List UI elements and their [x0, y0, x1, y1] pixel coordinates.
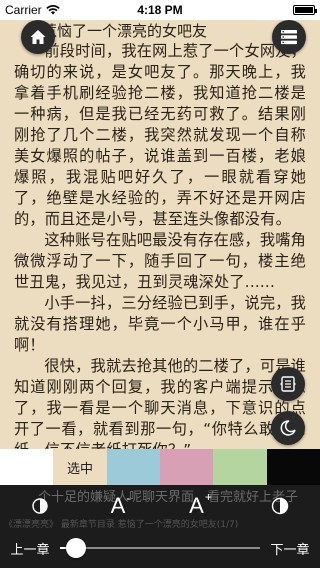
paragraph: 前段时间，我在网上惹了一个女网友，确切的来说，是女吧友了。那天晚上，我拿着手机刷… — [14, 42, 306, 228]
brightness-icon — [271, 497, 289, 515]
list-icon — [281, 30, 297, 45]
theme-swatch[interactable]: 选中 — [53, 449, 107, 485]
slider-thumb[interactable] — [66, 538, 86, 558]
home-icon — [30, 30, 46, 44]
table-of-contents-button[interactable] — [271, 367, 305, 401]
toc-icon — [280, 376, 296, 392]
status-bar: Carrier 4:18 PM — [0, 0, 320, 20]
paragraph: 很快，我就去抢其他的二楼了，可是谁知道刚刚两个回复，我的客户端提示信息了，我一看… — [14, 357, 306, 452]
reader-settings-panel: 个十足的嫌疑人呢聊天界面，看完就好上老子 《漂漂亮亮》 最新章节目录 惹恼了一个… — [0, 485, 320, 568]
wifi-icon — [45, 5, 60, 15]
night-mode-icon — [280, 420, 296, 436]
font-larger-button[interactable]: A + — [160, 485, 240, 527]
theme-swatch[interactable] — [266, 449, 320, 485]
battery-icon — [293, 5, 317, 15]
brightness-icon — [32, 498, 48, 514]
font-larger-sign: + — [204, 490, 212, 504]
paragraph: 小手一抖，三分经验已到手，说完，我就没有搭理她，毕竟一个小马甲，谁在乎啊！ — [14, 294, 306, 354]
previous-chapter-button[interactable]: 上一章 — [0, 539, 60, 558]
brightness-high-button[interactable] — [240, 485, 320, 527]
chapter-title: 惹恼了一个漂亮的女吧友 — [42, 22, 208, 40]
paragraph: 这种账号在贴吧最没有存在感，我嘴角微微浮动了一下，随手回了一句，楼主绝世丑鬼，我… — [14, 231, 306, 291]
theme-swatch-label: 选中 — [66, 461, 93, 477]
font-smaller-sign: - — [126, 491, 131, 505]
font-smaller-label: A — [110, 493, 126, 518]
home-button[interactable] — [21, 20, 55, 54]
brightness-low-button[interactable] — [0, 485, 80, 527]
status-left: Carrier — [5, 3, 60, 17]
chapter-progress-row: 上一章 下一章 — [0, 535, 320, 561]
night-mode-button[interactable] — [271, 411, 305, 445]
font-larger-label: A — [189, 493, 204, 518]
slider-track — [60, 547, 260, 549]
theme-swatch[interactable] — [213, 449, 267, 485]
chapter-progress-slider[interactable] — [60, 538, 260, 558]
theme-swatch[interactable] — [159, 449, 214, 485]
theme-color-row: 选中 — [0, 449, 320, 485]
font-control-row: A- A + — [0, 485, 320, 527]
bookshelf-list-button[interactable] — [272, 20, 306, 54]
carrier-label: Carrier — [5, 3, 42, 17]
next-chapter-button[interactable]: 下一章 — [260, 539, 320, 558]
theme-swatch[interactable] — [106, 449, 160, 485]
font-smaller-button[interactable]: A- — [80, 485, 160, 527]
theme-swatch[interactable] — [0, 449, 54, 485]
